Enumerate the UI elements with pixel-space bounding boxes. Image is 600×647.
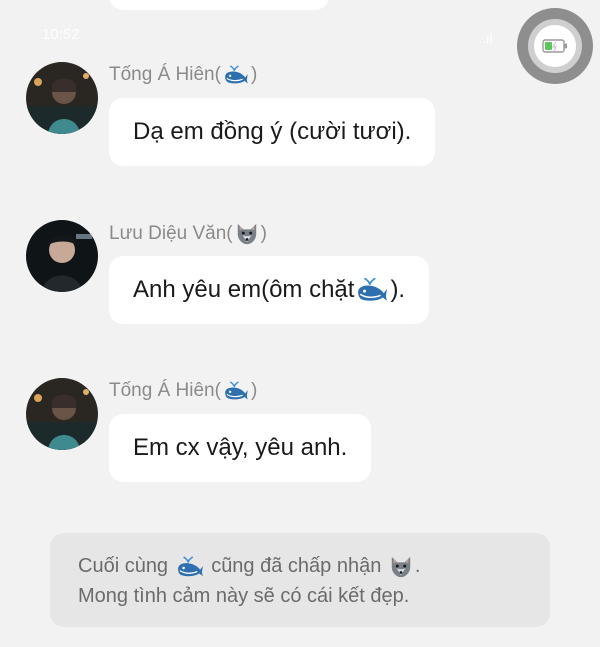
message-bubble[interactable]: Em cx vậy, yêu anh. [109, 414, 372, 482]
message-text: Dạ em đồng ý (cười tươi). [133, 118, 412, 145]
message-bubble[interactable]: Dạ em đồng ý (cười tươi). [109, 98, 436, 166]
signal-icon: ..ıl [478, 30, 493, 46]
close-paren: ) [250, 380, 258, 401]
open-paren: ( [226, 223, 233, 244]
sender-name: Tống Á Hiên ( ) [109, 380, 257, 402]
avatar[interactable] [26, 378, 98, 450]
notice-line-1: Cuối cùng cũng đã chấp nhận . [78, 551, 522, 581]
sender-name-text: Tống Á Hiên [109, 380, 215, 401]
notice-line-2: Mong tình cảm này sẽ có cái kết đẹp. [78, 585, 410, 607]
whale-icon [223, 65, 249, 85]
sender-name: Tống Á Hiên ( ) [109, 64, 257, 86]
notice-text: Cuối cùng [78, 555, 169, 577]
sender-name: Lưu Diệu Văn ( ) [109, 222, 267, 246]
sender-name-text: Tống Á Hiên [109, 64, 215, 85]
avatar-tong-a-hien-image [26, 62, 98, 134]
whale-icon [223, 381, 249, 401]
avatar[interactable] [26, 62, 98, 134]
previous-message-bubble [109, 0, 329, 10]
whale-icon [356, 277, 388, 303]
battery-icon [542, 39, 567, 53]
assistive-touch-ring [528, 19, 582, 73]
assistive-touch-button[interactable] [517, 8, 593, 84]
close-paren: ) [250, 64, 258, 85]
notice-text: cũng đã chấp nhận [211, 555, 382, 577]
wolf-icon [389, 555, 413, 579]
close-paren: ) [260, 223, 267, 244]
message-bubble[interactable]: Anh yêu em(ôm chặt ). [109, 256, 430, 324]
message-text: Anh yêu em(ôm chặt [133, 276, 355, 303]
sender-name-text: Lưu Diệu Văn [109, 223, 227, 244]
system-notice: Cuối cùng cũng đã chấp nhận . Mong tình … [50, 533, 550, 627]
avatar[interactable] [26, 220, 98, 292]
wolf-icon [235, 222, 259, 246]
status-clock: 10:52 [42, 26, 80, 43]
message-text-tail: ). [390, 276, 406, 303]
open-paren: ( [214, 64, 221, 85]
open-paren: ( [214, 380, 221, 401]
message-text: Em cx vậy, yêu anh. [133, 434, 348, 461]
notice-text: . [414, 555, 421, 577]
whale-icon [176, 556, 204, 578]
avatar-luu-dieu-van-image [26, 220, 98, 292]
avatar-tong-a-hien-image [26, 378, 98, 450]
